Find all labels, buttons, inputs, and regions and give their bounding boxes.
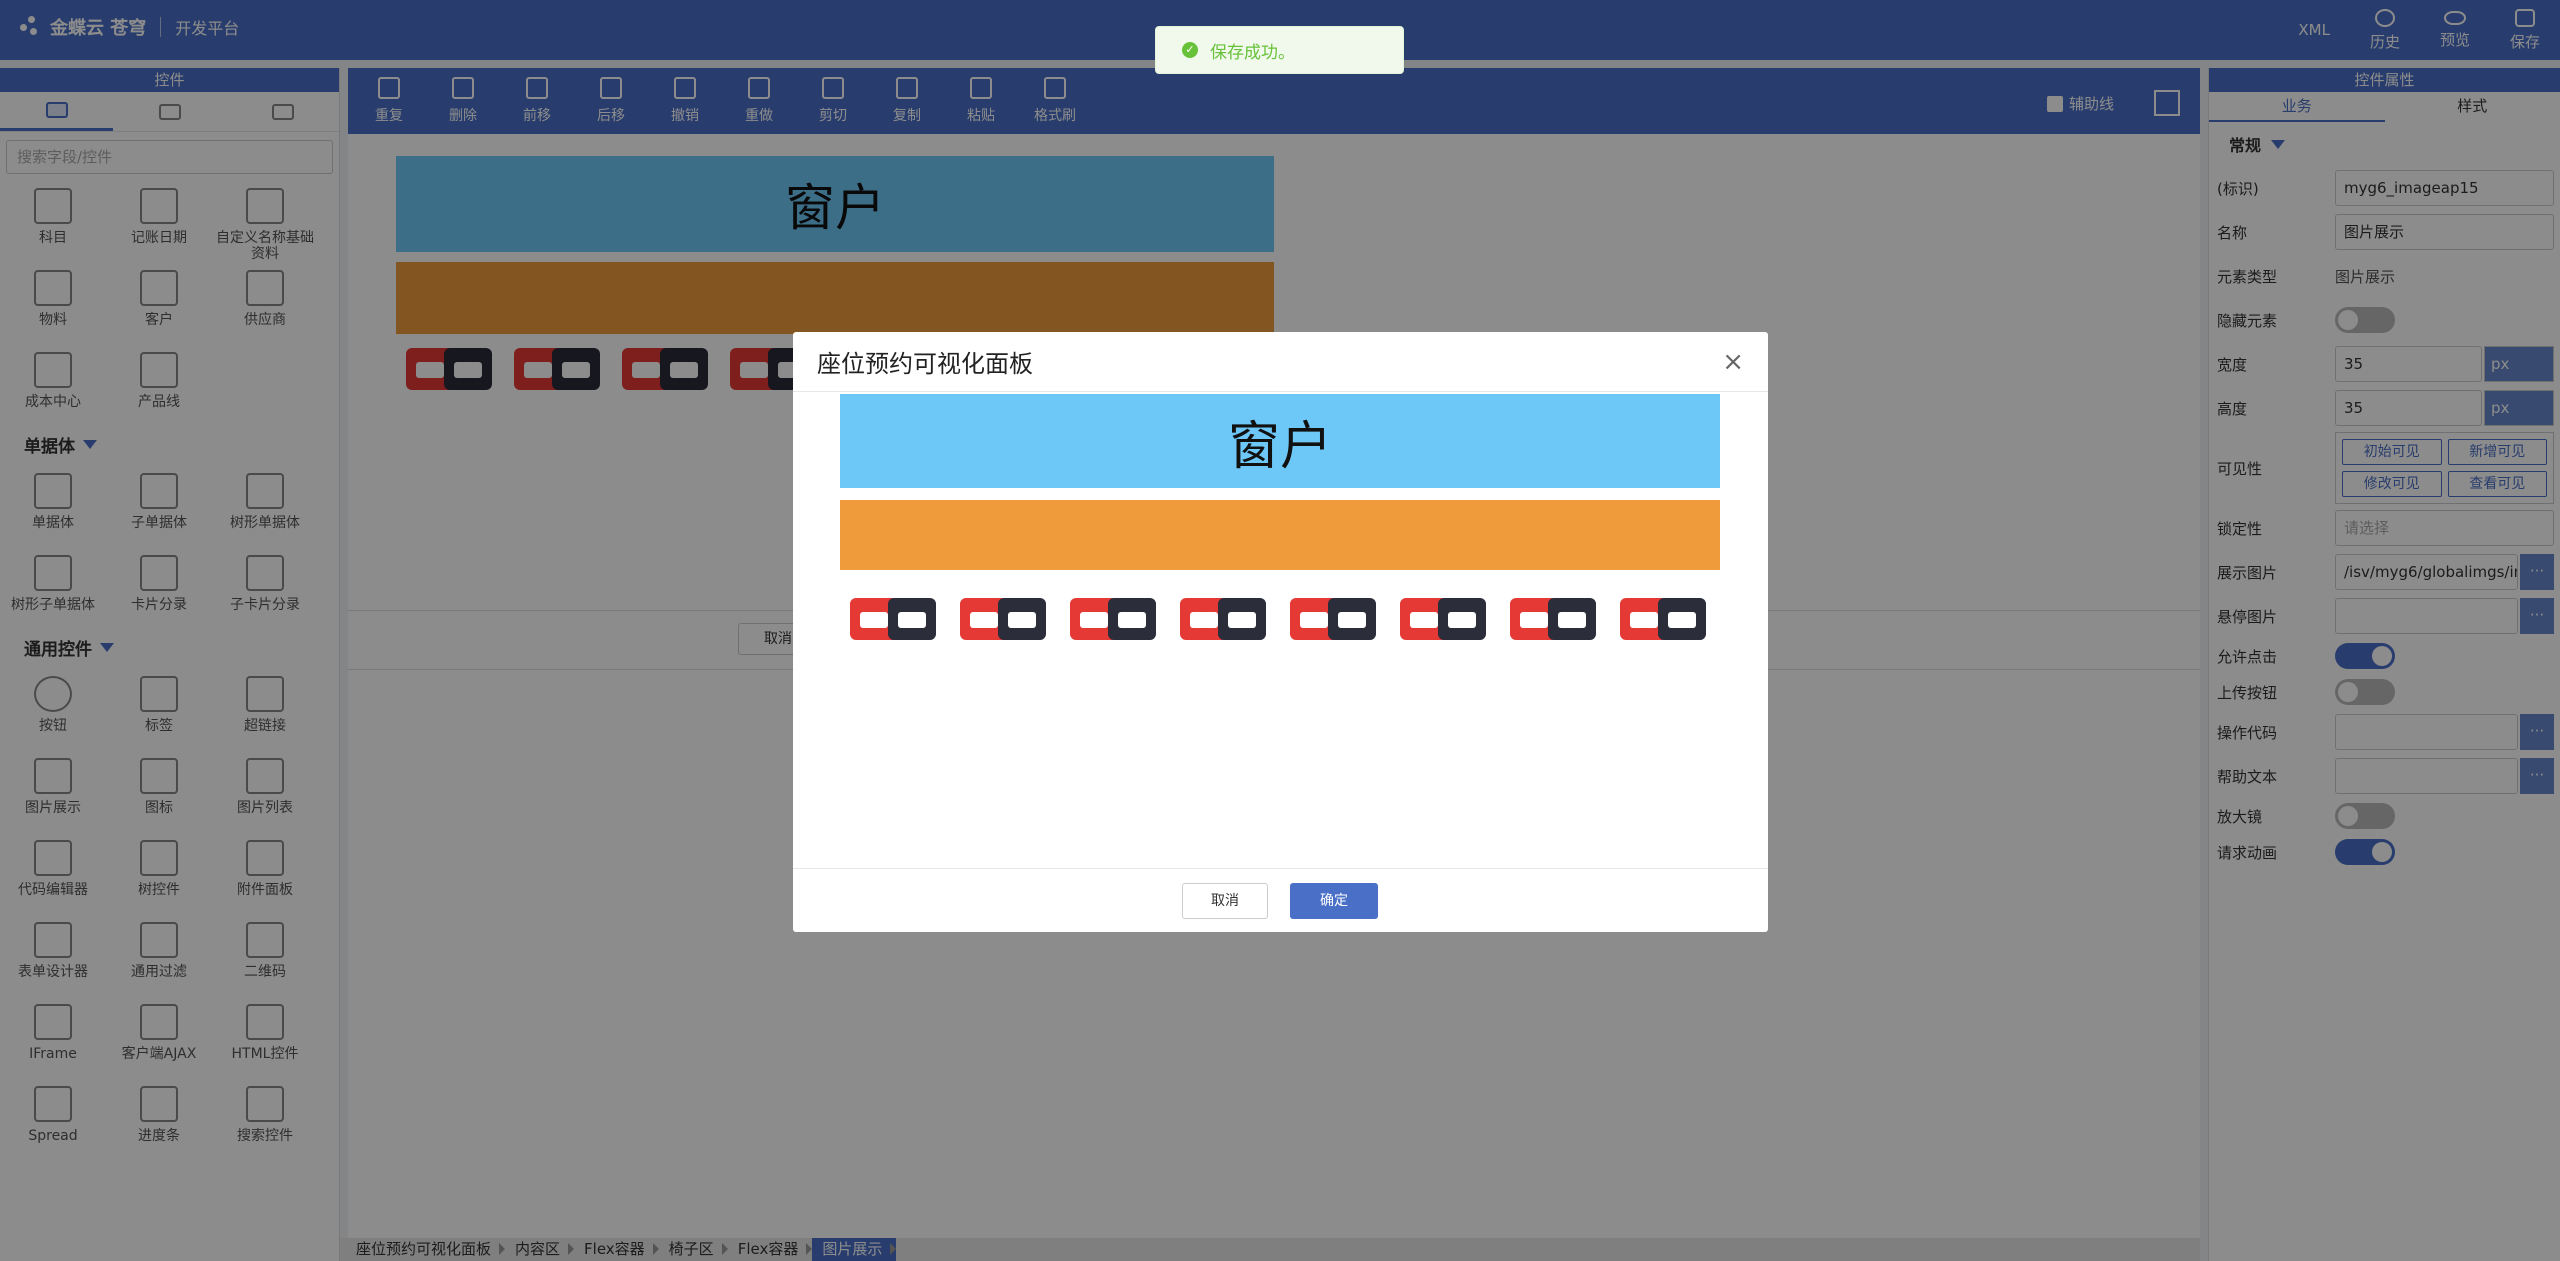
seat-icon[interactable] [1180,598,1268,640]
seat-icon[interactable] [960,598,1048,640]
seat-icon[interactable] [1290,598,1378,640]
seat-icon[interactable] [1400,598,1488,640]
toast-message: 保存成功。 [1210,42,1295,63]
check-circle-icon: ✓ [1182,42,1198,58]
close-icon[interactable]: × [1722,347,1744,377]
seat-icon[interactable] [1620,598,1708,640]
orange-block [840,500,1720,570]
cancel-button[interactable]: 取消 [1182,883,1268,919]
confirm-button[interactable]: 确定 [1290,883,1378,919]
dialog-title: 座位预约可视化面板 [817,350,1033,378]
seat-icon[interactable] [850,598,938,640]
preview-dialog: 座位预约可视化面板 × 窗户 取消 确定 [793,332,1768,932]
window-block: 窗户 [840,394,1720,488]
seat-icon[interactable] [1070,598,1158,640]
seat-icon[interactable] [1510,598,1598,640]
seat-row [840,570,1720,668]
success-toast: ✓ 保存成功。 [1155,26,1404,74]
